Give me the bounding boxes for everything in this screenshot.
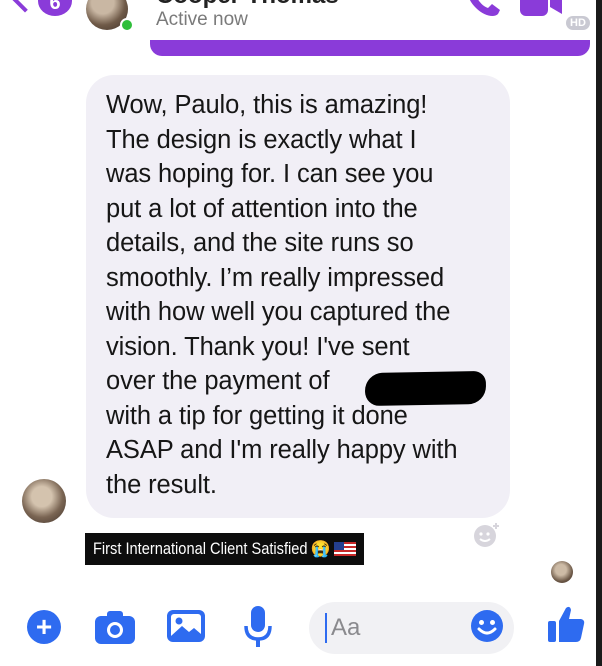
- hd-badge: HD: [566, 16, 590, 30]
- thumbs-up-icon[interactable]: [546, 604, 586, 644]
- chat-header: 6 Cooper Thomas Active now HD: [0, 0, 602, 40]
- us-flag-icon: [334, 542, 357, 556]
- add-reaction-icon[interactable]: [473, 521, 501, 549]
- crying-emoji-icon: 😭: [310, 541, 331, 558]
- camera-icon[interactable]: [95, 609, 135, 645]
- message-input[interactable]: [329, 613, 473, 643]
- chevron-left-icon[interactable]: [9, 0, 41, 13]
- video-camera-icon[interactable]: [520, 0, 562, 16]
- sender-avatar[interactable]: [22, 479, 66, 523]
- microphone-icon[interactable]: [244, 606, 272, 648]
- screen-edge: [596, 0, 602, 666]
- image-icon[interactable]: [167, 610, 205, 642]
- phone-icon[interactable]: [464, 0, 504, 18]
- caption-text: First International Client Satisfied: [93, 539, 308, 558]
- message-bubble[interactable]: Wow, Paulo, this is amazing! The design …: [86, 75, 510, 518]
- caption-overlay: First International Client Satisfied 😭: [85, 533, 365, 565]
- contact-status: Active now: [156, 9, 248, 30]
- redaction-scribble: [364, 370, 487, 407]
- seen-receipt-avatar: [551, 561, 573, 583]
- plus-icon[interactable]: +: [27, 610, 61, 644]
- online-indicator: [120, 18, 134, 32]
- emoji-icon[interactable]: [470, 609, 504, 643]
- text-caret: [325, 613, 327, 643]
- back-unread-count[interactable]: 6: [38, 0, 72, 16]
- header-accent-strip: [150, 40, 590, 56]
- message-text: Wow, Paulo, this is amazing! The design …: [106, 91, 458, 499]
- message-composer: +: [0, 596, 596, 658]
